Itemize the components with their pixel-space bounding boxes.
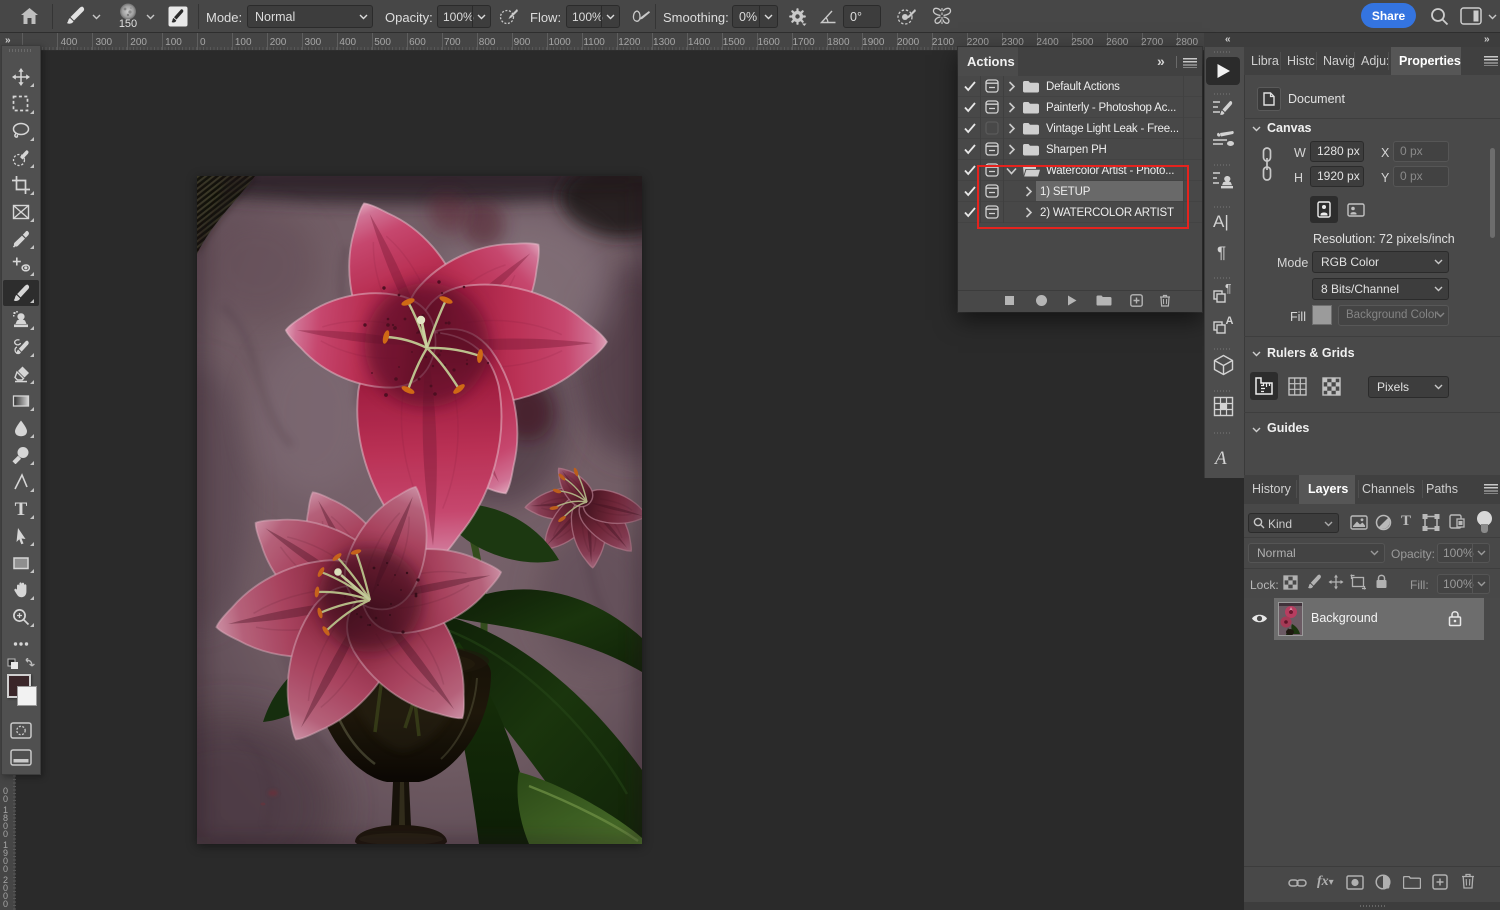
svg-text:¶: ¶ xyxy=(1225,283,1231,296)
svg-text:A: A xyxy=(1226,315,1234,327)
svg-text:T: T xyxy=(15,500,28,518)
